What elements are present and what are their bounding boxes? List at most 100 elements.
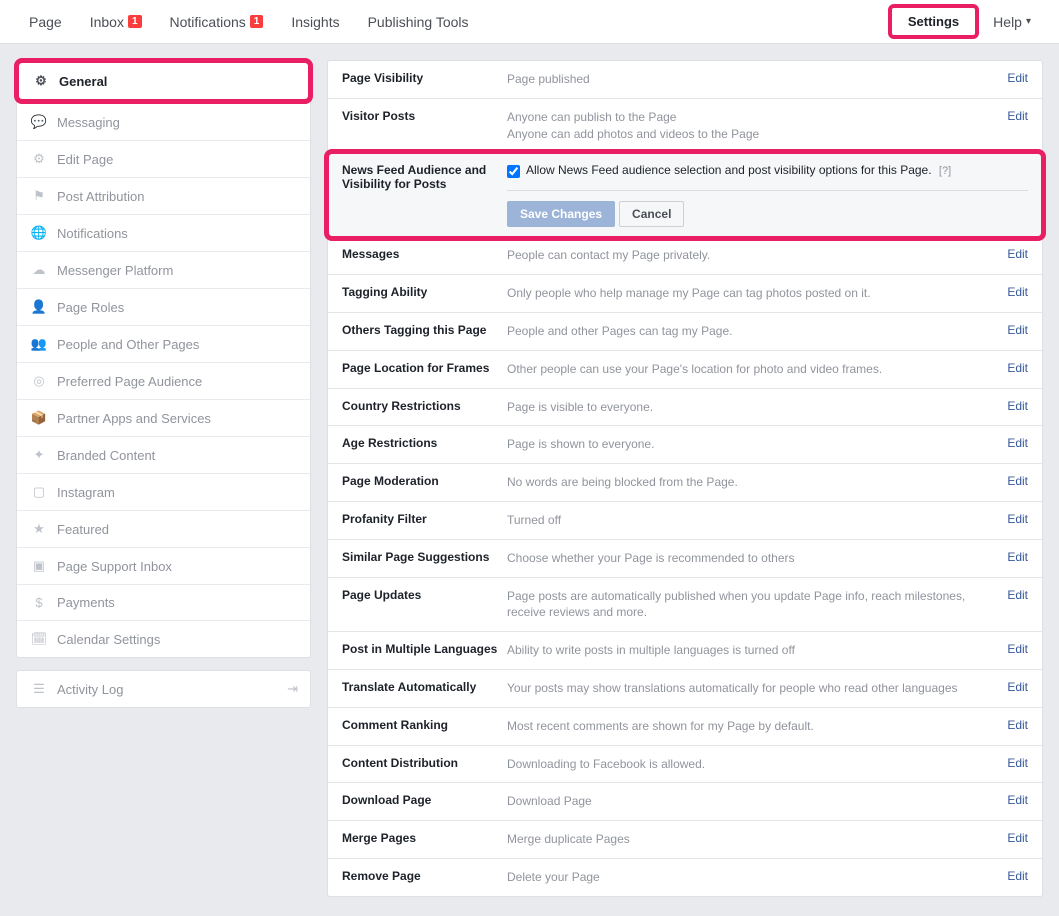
sidebar-item-page-support-inbox[interactable]: ▣Page Support Inbox: [17, 548, 310, 585]
sidebar-activity-log[interactable]: ☰ Activity Log ⇥: [17, 671, 310, 707]
caret-down-icon: ▾: [1026, 16, 1031, 27]
sidebar-icon: 👤: [29, 299, 49, 315]
setting-row[interactable]: Page VisibilityPage publishedEdit: [328, 61, 1042, 99]
sidebar-item-general[interactable]: ⚙General: [19, 63, 308, 99]
sidebar-label: Partner Apps and Services: [57, 411, 211, 426]
sidebar-icon: ◎: [29, 373, 49, 389]
sidebar-item-people-and-other-pages[interactable]: 👥 People and Other Pages: [17, 326, 310, 363]
nav-notifications[interactable]: Notifications1: [156, 0, 278, 44]
sidebar-item-messenger-platform[interactable]: ☁Messenger Platform: [17, 252, 310, 289]
sidebar: ⚙General 💬Messaging ⚙ Edit Page ⚑Post Attrib…: [16, 60, 311, 720]
nav-settings[interactable]: Settings: [888, 4, 979, 39]
nav-page[interactable]: Page: [15, 0, 76, 44]
sidebar-label: Messaging: [57, 115, 120, 130]
setting-row[interactable]: Others Tagging this PagePeople and other…: [328, 313, 1042, 351]
setting-row[interactable]: Page Location for FramesOther people can…: [328, 351, 1042, 389]
setting-label: Page Visibility: [342, 71, 507, 85]
help-link[interactable]: [?]: [939, 165, 951, 177]
edit-link[interactable]: Edit: [1007, 793, 1028, 807]
sidebar-item-page-roles[interactable]: 👤Page Roles: [17, 289, 310, 326]
sidebar-item-messaging[interactable]: 💬Messaging: [17, 104, 310, 141]
setting-row[interactable]: Remove PageDelete your PageEdit: [328, 859, 1042, 896]
sidebar-label: People and Other Pages: [57, 337, 199, 352]
edit-link[interactable]: Edit: [1007, 323, 1028, 337]
setting-row[interactable]: Country RestrictionsPage is visible to e…: [328, 389, 1042, 427]
cancel-button[interactable]: Cancel: [619, 201, 684, 227]
sidebar-item-partner-apps-and-services[interactable]: 📦Partner Apps and Services: [17, 400, 310, 437]
nav-insights[interactable]: Insights: [277, 0, 353, 44]
edit-link[interactable]: Edit: [1007, 756, 1028, 770]
sidebar-icon: ▣: [29, 558, 49, 574]
edit-link[interactable]: Edit: [1007, 588, 1028, 602]
setting-label: Page Location for Frames: [342, 361, 507, 375]
sidebar-item-calendar-settings[interactable]: 🗓Calendar Settings: [17, 621, 310, 657]
nav-label: Publishing Tools: [368, 14, 469, 30]
edit-link[interactable]: Edit: [1007, 831, 1028, 845]
expanded-content: Allow News Feed audience selection and p…: [507, 163, 1028, 227]
sidebar-label: Featured: [57, 522, 109, 537]
badge: 1: [128, 15, 142, 28]
sidebar-item-instagram[interactable]: ▢Instagram: [17, 474, 310, 511]
edit-link[interactable]: Edit: [1007, 680, 1028, 694]
setting-row[interactable]: Post in Multiple LanguagesAbility to wri…: [328, 632, 1042, 670]
sidebar-item-post-attribution[interactable]: ⚑Post Attribution: [17, 178, 310, 215]
sidebar-label: Branded Content: [57, 448, 155, 463]
setting-label: Translate Automatically: [342, 680, 507, 694]
sidebar-item-edit-page[interactable]: ⚙ Edit Page: [17, 141, 310, 178]
setting-value: People can contact my Page privately.: [507, 247, 999, 264]
sidebar-icon: $: [29, 595, 49, 610]
setting-value: Anyone can publish to the PageAnyone can…: [507, 109, 999, 143]
allow-checkbox[interactable]: [507, 165, 520, 178]
edit-link[interactable]: Edit: [1007, 109, 1028, 123]
edit-link[interactable]: Edit: [1007, 718, 1028, 732]
sidebar-label: Notifications: [57, 226, 128, 241]
setting-row[interactable]: Age RestrictionsPage is shown to everyon…: [328, 426, 1042, 464]
nav-publishing-tools[interactable]: Publishing Tools: [354, 0, 483, 44]
setting-row[interactable]: MessagesPeople can contact my Page priva…: [328, 237, 1042, 275]
setting-row[interactable]: Comment RankingMost recent comments are …: [328, 708, 1042, 746]
edit-link[interactable]: Edit: [1007, 285, 1028, 299]
edit-link[interactable]: Edit: [1007, 869, 1028, 883]
edit-link[interactable]: Edit: [1007, 399, 1028, 413]
setting-row[interactable]: Translate AutomaticallyYour posts may sh…: [328, 670, 1042, 708]
setting-row[interactable]: Merge PagesMerge duplicate PagesEdit: [328, 821, 1042, 859]
setting-row[interactable]: Visitor PostsAnyone can publish to the P…: [328, 99, 1042, 154]
nav-inbox[interactable]: Inbox1: [76, 0, 156, 44]
setting-value: Your posts may show translations automat…: [507, 680, 999, 697]
setting-label: Country Restrictions: [342, 399, 507, 413]
top-nav: Page Inbox1Notifications1Insights Publishi…: [0, 0, 1059, 44]
sidebar-icon: ⚙: [29, 151, 49, 167]
edit-link[interactable]: Edit: [1007, 474, 1028, 488]
nav-help[interactable]: Help▾: [985, 14, 1039, 30]
setting-value: Delete your Page: [507, 869, 999, 886]
setting-row[interactable]: Content DistributionDownloading to Faceb…: [328, 746, 1042, 784]
sidebar-item-notifications[interactable]: 🌐Notifications: [17, 215, 310, 252]
sidebar-item-preferred-page-audience[interactable]: ◎Preferred Page Audience: [17, 363, 310, 400]
setting-row-expanded: News Feed Audience and Visibility for Po…: [328, 153, 1042, 237]
save-changes-button[interactable]: Save Changes: [507, 201, 615, 227]
setting-row[interactable]: Tagging AbilityOnly people who help mana…: [328, 275, 1042, 313]
edit-link[interactable]: Edit: [1007, 247, 1028, 261]
edit-link[interactable]: Edit: [1007, 436, 1028, 450]
setting-value: Ability to write posts in multiple langu…: [507, 642, 999, 659]
setting-row[interactable]: Page ModerationNo words are being blocke…: [328, 464, 1042, 502]
setting-row[interactable]: Download PageDownload PageEdit: [328, 783, 1042, 821]
setting-label: Page Updates: [342, 588, 507, 602]
edit-link[interactable]: Edit: [1007, 642, 1028, 656]
setting-row[interactable]: Page UpdatesPage posts are automatically…: [328, 578, 1042, 633]
sidebar-icon: 👥: [29, 336, 49, 352]
setting-row[interactable]: Similar Page SuggestionsChoose whether y…: [328, 540, 1042, 578]
sidebar-item-payments[interactable]: $Payments: [17, 585, 310, 621]
edit-link[interactable]: Edit: [1007, 512, 1028, 526]
sidebar-item-branded-content[interactable]: ✦Branded Content: [17, 437, 310, 474]
edit-link[interactable]: Edit: [1007, 361, 1028, 375]
sidebar-label: Edit Page: [57, 152, 113, 167]
edit-link[interactable]: Edit: [1007, 550, 1028, 564]
sidebar-item-featured[interactable]: ★Featured: [17, 511, 310, 548]
setting-value: Most recent comments are shown for my Pa…: [507, 718, 999, 735]
setting-value: Downloading to Facebook is allowed.: [507, 756, 999, 773]
nav-label: Page: [29, 14, 62, 30]
sidebar-icon: ⚑: [29, 188, 49, 204]
edit-link[interactable]: Edit: [1007, 71, 1028, 85]
setting-row[interactable]: Profanity FilterTurned offEdit: [328, 502, 1042, 540]
